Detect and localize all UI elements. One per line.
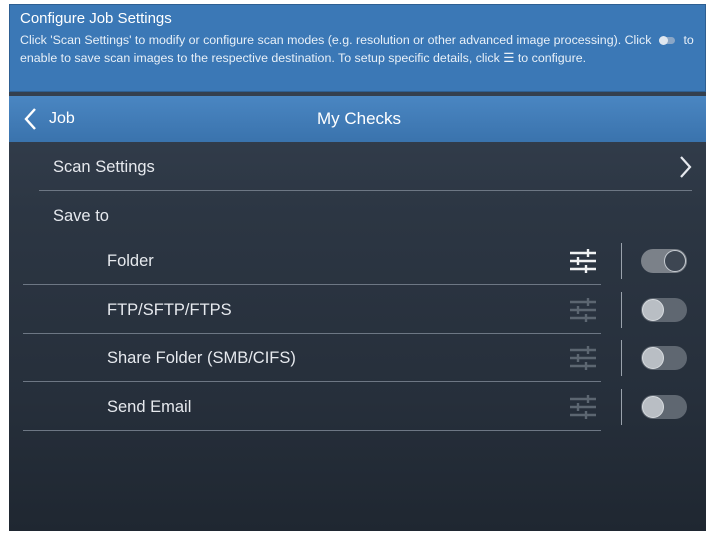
destination-label: Send Email [107,397,192,416]
divider [39,190,692,191]
destination-row: FTP/SFTP/FTPS [23,286,601,334]
banner-title: Configure Job Settings [20,10,172,27]
banner-text: Click 'Scan Settings' to modify or confi… [20,33,694,65]
back-button[interactable]: Job [23,96,75,142]
destination-row: Folder [23,237,601,285]
scan-settings-row[interactable]: Scan Settings [23,143,693,191]
divider [23,429,601,431]
help-banner: Configure Job Settings Click 'Scan Setti… [9,4,706,92]
destination-toggle[interactable] [641,297,687,322]
app-frame: Configure Job Settings Click 'Scan Setti… [9,4,706,531]
toggle-knob [664,250,686,272]
divider [621,291,622,328]
destination-row: Send Email [23,383,601,431]
sliders-icon[interactable] [568,345,598,371]
destination-label: Folder [107,252,154,270]
toggle-knob [642,347,664,369]
toggle-icon [659,36,676,46]
destination-toggle[interactable] [641,394,687,419]
divider [621,388,622,425]
destination-label: Share Folder (SMB/CIFS) [107,349,296,367]
divider [621,243,622,279]
sliders-icon[interactable] [568,297,598,323]
toggle-knob [642,395,664,418]
sliders-icon[interactable] [568,248,598,274]
toggle-knob [642,298,664,321]
destination-toggle[interactable] [641,249,687,273]
destination-row: Share Folder (SMB/CIFS) [23,334,601,382]
save-to-label: Save to [53,206,109,225]
sliders-icon[interactable] [568,394,598,420]
destination-toggle[interactable] [641,346,687,370]
sliders-icon: ☰ [503,51,515,65]
destination-label: FTP/SFTP/FTPS [107,300,232,319]
nav-bar: My Checks Job [9,96,706,142]
page-title: My Checks [316,109,402,128]
chevron-left-icon [24,108,36,130]
chevron-right-icon [680,156,692,178]
divider [621,340,622,376]
